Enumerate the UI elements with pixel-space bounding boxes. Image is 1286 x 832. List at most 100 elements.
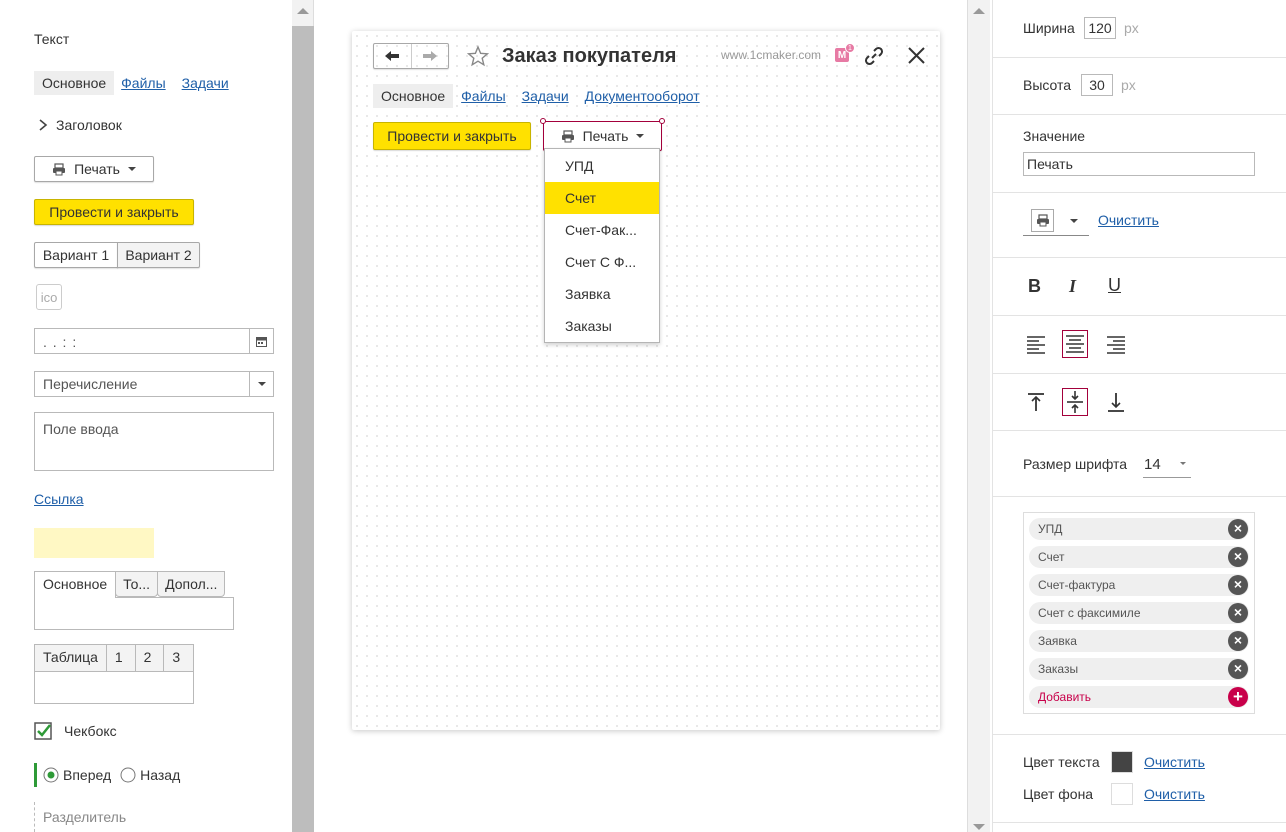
list-item[interactable]: Заявка × <box>1029 630 1249 652</box>
remove-icon[interactable]: × <box>1228 631 1248 651</box>
print-label: Печать <box>582 128 629 144</box>
menu-item-selected[interactable]: Счет <box>545 182 659 214</box>
palette-page-tab-3[interactable]: Допол... <box>157 571 226 597</box>
palette-tabs[interactable]: Основное Файлы Задачи <box>34 70 229 95</box>
left-scrollbar[interactable] <box>292 0 314 832</box>
palette-separator[interactable]: Разделитель <box>34 802 126 832</box>
palette-group-item[interactable]: Заголовок <box>38 117 122 133</box>
canvas-scrollbar[interactable] <box>967 0 990 832</box>
site-label: www.1cmaker.com <box>721 48 822 62</box>
font-size-select[interactable]: 14 <box>1143 451 1191 478</box>
bg-color-swatch[interactable] <box>1111 783 1133 805</box>
add-item-button[interactable]: Добавить + <box>1029 686 1249 708</box>
radio-selected-icon[interactable] <box>43 767 59 783</box>
palette-checkbox[interactable]: Чекбокс <box>34 722 117 740</box>
scrollbar-thumb[interactable] <box>292 26 314 832</box>
forward-button[interactable] <box>412 44 449 68</box>
palette-page-tab-2[interactable]: То... <box>115 571 159 597</box>
bg-color-clear-link[interactable]: Очистить <box>1144 786 1205 802</box>
palette-tab-main[interactable]: Основное <box>34 70 115 95</box>
star-icon[interactable] <box>467 45 489 67</box>
palette-post-close-button[interactable]: Провести и закрыть <box>34 199 194 225</box>
add-icon[interactable]: + <box>1228 687 1248 707</box>
menu-item[interactable]: Счет С Ф... <box>545 246 659 278</box>
scroll-up-icon[interactable] <box>297 8 309 14</box>
tab-files[interactable]: Файлы <box>461 88 505 104</box>
icon-clear-link[interactable]: Очистить <box>1098 212 1159 228</box>
palette-page-tab-main[interactable]: Основное <box>34 571 117 598</box>
form-title: Заказ покупателя <box>502 45 677 67</box>
palette-enum-field[interactable]: Перечисление <box>34 371 274 397</box>
palette-link[interactable]: Ссылка <box>34 491 84 507</box>
palette-print-label: Печать <box>74 161 120 177</box>
remove-icon[interactable]: × <box>1228 575 1248 595</box>
remove-icon[interactable]: × <box>1228 659 1248 679</box>
palette-variant-group[interactable]: Вариант 1 Вариант 2 <box>34 242 200 268</box>
back-button[interactable] <box>374 44 412 68</box>
scroll-down-icon[interactable] <box>973 824 985 830</box>
text-color-swatch[interactable] <box>1111 751 1133 773</box>
palette-variant-2[interactable]: Вариант 2 <box>117 242 200 268</box>
remove-icon[interactable]: × <box>1228 603 1248 623</box>
palette-variant-1[interactable]: Вариант 1 <box>34 242 118 268</box>
palette-date-field[interactable]: . . : : <box>34 328 274 354</box>
list-item[interactable]: Счет с факсимиле × <box>1029 602 1249 624</box>
value-label: Значение <box>1023 128 1086 144</box>
menu-item[interactable]: Заказы <box>545 310 659 342</box>
selection-handle[interactable] <box>659 118 665 124</box>
list-item-label: Счет с факсимиле <box>1038 606 1141 620</box>
link-icon[interactable] <box>864 46 884 66</box>
value-input[interactable]: Печать <box>1023 152 1255 176</box>
palette-print-button[interactable]: Печать <box>34 156 154 182</box>
bold-button[interactable]: B <box>1028 276 1041 297</box>
tab-workflow[interactable]: Документооборот <box>585 88 700 104</box>
bg-color-label: Цвет фона <box>1023 786 1094 802</box>
width-input[interactable]: 120 <box>1084 17 1116 39</box>
italic-button[interactable]: I <box>1069 276 1076 297</box>
align-left-icon[interactable] <box>1025 333 1047 355</box>
table-header-cell: Таблица <box>35 645 107 671</box>
valign-bottom-icon[interactable] <box>1105 391 1127 413</box>
menu-item[interactable]: Заявка <box>545 278 659 310</box>
text-color-label: Цвет текста <box>1023 754 1100 770</box>
palette-tab-files[interactable]: Файлы <box>121 75 165 91</box>
icon-picker[interactable] <box>1023 206 1089 236</box>
arrow-right-icon <box>422 50 438 62</box>
remove-icon[interactable]: × <box>1228 519 1248 539</box>
align-right-icon[interactable] <box>1105 333 1127 355</box>
dropdown-icon[interactable] <box>249 372 273 396</box>
form-window: Заказ покупателя www.1cmaker.com M 1 Осн… <box>352 31 940 730</box>
valign-top-icon[interactable] <box>1025 391 1047 413</box>
menu-item[interactable]: УПД <box>545 150 659 182</box>
valign-middle-icon[interactable] <box>1062 388 1088 416</box>
list-item[interactable]: Счет-фактура × <box>1029 574 1249 596</box>
align-center-icon[interactable] <box>1062 330 1088 358</box>
divider <box>993 57 1286 58</box>
print-button[interactable]: Печать <box>543 121 662 151</box>
palette-tab-tasks[interactable]: Задачи <box>182 75 229 91</box>
text-color-clear-link[interactable]: Очистить <box>1144 754 1205 770</box>
radio-unselected-icon[interactable] <box>120 767 136 783</box>
post-close-button[interactable]: Провести и закрыть <box>373 122 531 150</box>
menu-item[interactable]: Счет-Фак... <box>545 214 659 246</box>
palette-radio-group[interactable]: Вперед Назад <box>34 763 180 787</box>
palette-pages[interactable]: Основное То... Допол... <box>34 571 234 630</box>
tab-tasks[interactable]: Задачи <box>522 88 569 104</box>
close-icon[interactable] <box>908 47 925 64</box>
scroll-up-icon[interactable] <box>973 8 985 14</box>
checkbox-checked-icon[interactable] <box>34 722 52 740</box>
selection-handle[interactable] <box>540 118 546 124</box>
palette-textarea[interactable]: Поле ввода <box>34 412 274 471</box>
list-item[interactable]: УПД × <box>1029 518 1249 540</box>
calendar-icon[interactable] <box>249 329 273 353</box>
palette-table[interactable]: Таблица 1 2 3 <box>34 644 194 704</box>
height-input[interactable]: 30 <box>1081 74 1113 96</box>
list-item[interactable]: Заказы × <box>1029 658 1249 680</box>
tab-main[interactable]: Основное <box>373 84 454 108</box>
list-item[interactable]: Счет × <box>1029 546 1249 568</box>
palette-ico-item[interactable]: ico <box>36 284 62 310</box>
remove-icon[interactable]: × <box>1228 547 1248 567</box>
list-item-label: Заказы <box>1038 662 1079 676</box>
palette-text-item[interactable]: Текст <box>34 31 69 47</box>
underline-button[interactable]: U <box>1108 275 1121 296</box>
